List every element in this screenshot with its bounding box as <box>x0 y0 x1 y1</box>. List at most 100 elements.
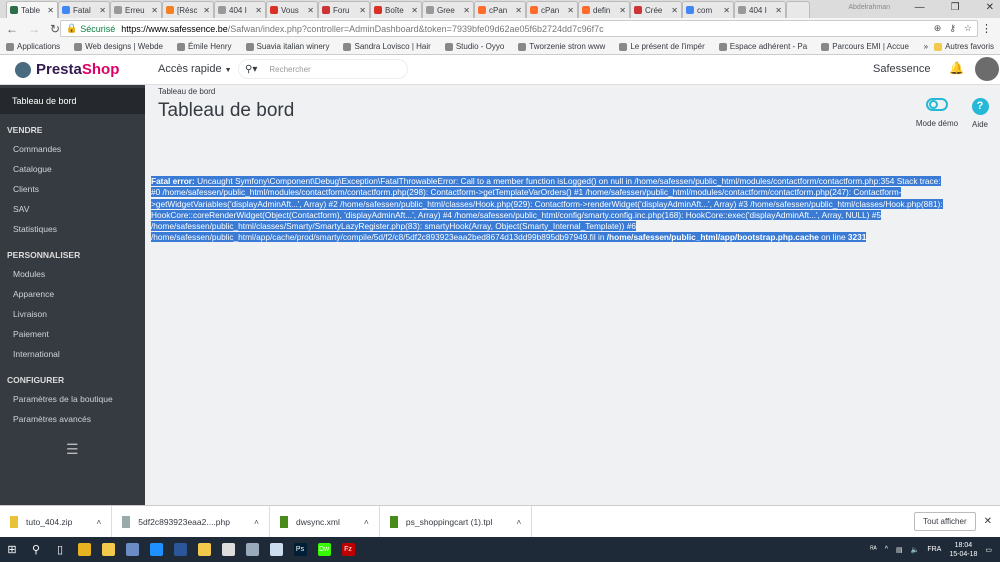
download-item[interactable]: ps_shoppingcart (1).tpl ˄ <box>380 505 533 538</box>
taskbar-app-edge[interactable] <box>144 537 168 562</box>
browser-tab[interactable]: cPan ✕ <box>474 1 526 18</box>
bookmark-item[interactable]: Sandra Lovisco | Hair <box>343 42 431 51</box>
breadcrumb[interactable]: Tableau de bord <box>158 87 215 96</box>
taskbar-app-photoshop[interactable]: Ps <box>288 537 312 562</box>
sidebar-item[interactable]: Clients <box>0 179 145 199</box>
download-options-icon[interactable]: ˄ <box>254 517 259 527</box>
taskbar-app-network[interactable] <box>120 537 144 562</box>
close-downloads-icon[interactable]: ✕ <box>984 516 992 527</box>
browser-tab[interactable]: 404 I ✕ <box>214 1 266 18</box>
collapse-menu-icon[interactable]: ☰ <box>66 441 145 458</box>
action-center-icon[interactable]: ▭ <box>985 546 992 554</box>
download-item[interactable]: 5df2c893923eaa2....php ˄ <box>112 505 270 538</box>
more-bookmarks-icon[interactable]: » <box>924 42 928 51</box>
close-tab-icon[interactable]: ✕ <box>515 6 522 15</box>
new-tab-button[interactable] <box>786 1 810 18</box>
browser-tab[interactable]: Erreu ✕ <box>110 1 162 18</box>
sidebar-item[interactable]: Statistiques <box>0 219 145 239</box>
browser-tab[interactable]: Boîte ✕ <box>370 1 422 18</box>
download-item[interactable]: dwsync.xml ˄ <box>270 505 380 538</box>
search-input[interactable]: ⚲▾ Rechercher <box>238 59 408 79</box>
taskbar-app-word[interactable] <box>168 537 192 562</box>
quick-access-dropdown[interactable]: Accès rapide ▼ <box>158 63 232 75</box>
browser-tab[interactable]: Fatal ✕ <box>58 1 110 18</box>
browser-tab[interactable]: [Résc ✕ <box>162 1 214 18</box>
taskbar-app-filezilla[interactable]: Fz <box>336 537 360 562</box>
search-icon[interactable]: ⚲▾ <box>245 64 257 75</box>
sidebar-item[interactable]: Livraison <box>0 304 145 324</box>
sidebar-item[interactable]: Apparence <box>0 284 145 304</box>
sidebar-item[interactable]: Commandes <box>0 139 145 159</box>
download-options-icon[interactable]: ˄ <box>516 517 521 527</box>
bookmark-item[interactable]: Espace adhérent - Pa <box>718 42 807 51</box>
reload-icon[interactable]: ↻ <box>50 22 60 36</box>
bookmark-item[interactable]: Émile Henry <box>176 42 232 51</box>
taskbar-app-mail[interactable] <box>216 537 240 562</box>
windows-start-icon[interactable]: ⊞ <box>0 537 24 562</box>
search-icon[interactable]: ⚲ <box>24 537 48 562</box>
bookmark-item[interactable]: Parcours EMI | Accue <box>821 42 909 51</box>
close-tab-icon[interactable]: ✕ <box>307 6 314 15</box>
close-window-button[interactable]: ✕ <box>986 2 994 13</box>
browser-tab[interactable]: Table ✕ <box>6 1 58 18</box>
avatar[interactable] <box>975 57 999 81</box>
sidebar-item[interactable]: International <box>0 344 145 364</box>
task-view-icon[interactable]: ▯ <box>48 537 72 562</box>
close-tab-icon[interactable]: ✕ <box>411 6 418 15</box>
close-tab-icon[interactable]: ✕ <box>47 6 54 15</box>
profile-name[interactable]: Abdelrahman <box>848 4 890 11</box>
zoom-icon[interactable]: ⊕ <box>934 23 942 34</box>
close-tab-icon[interactable]: ✕ <box>775 6 782 15</box>
browser-tab[interactable]: 404 I ✕ <box>734 1 786 18</box>
sidebar-item[interactable]: SAV <box>0 199 145 219</box>
taskbar-app-paint[interactable] <box>192 537 216 562</box>
close-tab-icon[interactable]: ✕ <box>151 6 158 15</box>
url-input[interactable]: 🔒 Sécurisé https://www.safessence.be/Saf… <box>60 20 978 37</box>
bookmark-item[interactable]: Le présent de l'impér <box>619 42 705 51</box>
download-options-icon[interactable]: ˄ <box>96 517 101 527</box>
close-tab-icon[interactable]: ✕ <box>99 6 106 15</box>
browser-tab[interactable]: cPan ✕ <box>526 1 578 18</box>
sidebar-item[interactable]: Paramètres de la boutique <box>0 389 145 409</box>
sidebar-item[interactable]: Catalogue <box>0 159 145 179</box>
bookmark-item[interactable]: Applications <box>6 42 60 51</box>
browser-tab[interactable]: Crée ✕ <box>630 1 682 18</box>
show-hidden-icons[interactable]: ^ <box>885 546 888 553</box>
notifications-bell-icon[interactable]: 🔔 <box>949 61 964 75</box>
browser-tab[interactable]: Vous ✕ <box>266 1 318 18</box>
key-icon[interactable]: ⚷ <box>949 23 956 34</box>
close-tab-icon[interactable]: ✕ <box>619 6 626 15</box>
show-all-downloads-button[interactable]: Tout afficher <box>914 512 976 531</box>
sidebar-item[interactable]: Modules <box>0 264 145 284</box>
taskbar-app-explorer[interactable] <box>96 537 120 562</box>
close-tab-icon[interactable]: ✕ <box>463 6 470 15</box>
menu-icon[interactable]: ⋮ <box>981 22 992 35</box>
browser-tab[interactable]: com ✕ <box>682 1 734 18</box>
close-tab-icon[interactable]: ✕ <box>567 6 574 15</box>
browser-tab[interactable]: Foru ✕ <box>318 1 370 18</box>
bookmark-item[interactable]: Studio - Oyyo <box>444 42 504 51</box>
people-icon[interactable]: ᴿᴬ <box>870 546 876 553</box>
clock[interactable]: 18:04 15-04-18 <box>949 541 977 559</box>
other-bookmarks[interactable]: Autres favoris <box>934 42 994 51</box>
browser-tab[interactable]: defin ✕ <box>578 1 630 18</box>
download-item[interactable]: tuto_404.zip ˄ <box>0 505 113 538</box>
language-indicator[interactable]: FRA <box>927 546 941 553</box>
sidebar-item[interactable]: Paramètres avancés <box>0 409 145 429</box>
close-tab-icon[interactable]: ✕ <box>359 6 366 15</box>
download-options-icon[interactable]: ˄ <box>364 517 369 527</box>
demo-mode-button[interactable]: Mode démo <box>912 98 962 128</box>
maximize-button[interactable]: ❐ <box>951 2 960 13</box>
volume-icon[interactable]: 🔈 <box>911 546 920 554</box>
taskbar-app-dreamweaver[interactable]: Dw <box>312 537 336 562</box>
close-tab-icon[interactable]: ✕ <box>723 6 730 15</box>
bookmark-item[interactable]: Web designs | Webde <box>74 42 163 51</box>
back-icon[interactable]: ← <box>6 22 18 36</box>
bookmark-item[interactable]: Suavia italian winery <box>245 42 329 51</box>
help-button[interactable]: ? Aide <box>968 98 992 129</box>
close-tab-icon[interactable]: ✕ <box>671 6 678 15</box>
forward-icon[interactable]: → <box>28 22 40 36</box>
sidebar-item[interactable]: Paiement <box>0 324 145 344</box>
taskbar-app-notepad[interactable] <box>264 537 288 562</box>
star-icon[interactable]: ☆ <box>964 23 972 34</box>
